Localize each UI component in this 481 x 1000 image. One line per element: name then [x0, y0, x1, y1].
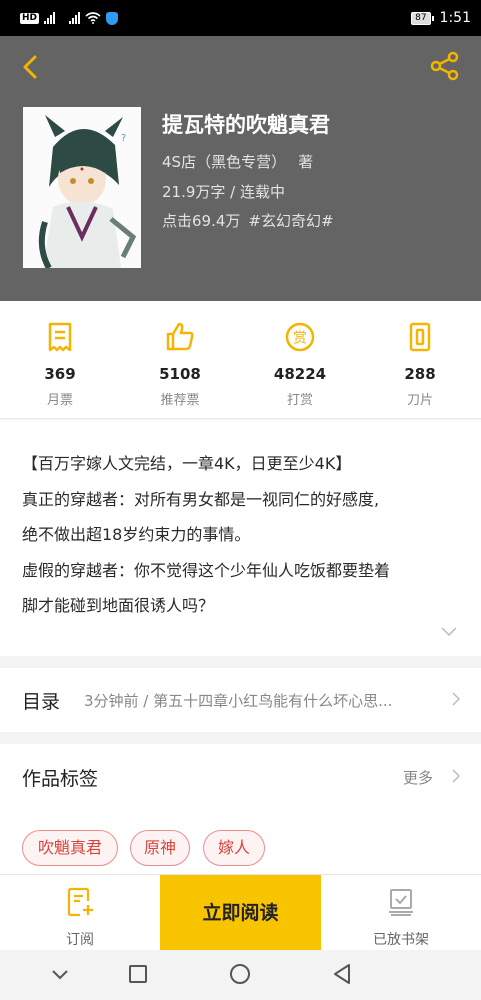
system-navigation-bar — [0, 950, 481, 1000]
stat-label: 月票 — [46, 393, 73, 408]
book-tags-section: 作品标签 更多 吹魈真君 原神 嫁人 — [0, 744, 481, 874]
stat-label: 推荐票 — [160, 393, 200, 408]
svg-text:?: ? — [121, 133, 126, 144]
synopsis-line: 【百万字嫁人文完结，一章4K，日更至少4K】 — [22, 454, 352, 473]
synopsis-line: 真正的穿越者：对所有男女都是一视同仁的好感度, — [22, 489, 380, 509]
book-clicks: 点击69.4万 — [162, 212, 241, 230]
share-icon[interactable] — [429, 50, 461, 82]
battery-level: 87 — [411, 11, 431, 25]
synopsis-line: 脚才能碰到地面很诱人吗？ — [22, 596, 215, 615]
battery-icon: 87 — [411, 11, 434, 25]
wifi-icon — [85, 12, 101, 24]
stat-reward[interactable]: 赏 48224 打赏 — [240, 301, 360, 419]
stat-blade[interactable]: 288 刀片 — [360, 301, 480, 419]
synopsis-text: 【百万字嫁人文完结，一章4K，日更至少4K】 真正的穿越者：对所有男女都是一视同… — [22, 446, 462, 624]
synopsis-line: 虚假的穿越者：你不觉得这个少年仙人吃饭都要垫着 — [22, 560, 391, 580]
signal-icon-sim1 — [44, 12, 56, 24]
read-now-button[interactable]: 立即阅读 — [160, 875, 321, 951]
stat-value: 5108 — [159, 365, 201, 383]
bookshelf-check-icon — [389, 889, 413, 916]
stat-value: 288 — [404, 365, 436, 383]
toc-latest-chapter: 3分钟前 / 第五十四章小红鸟能有什么坏心思... — [84, 692, 393, 710]
subscribe-label: 订阅 — [66, 932, 94, 948]
table-of-contents-row[interactable]: 目录 3分钟前 / 第五十四章小红鸟能有什么坏心思... — [0, 668, 481, 732]
book-cover-image[interactable]: ? — [23, 107, 141, 268]
stat-value: 369 — [44, 365, 76, 383]
subscribe-icon — [67, 887, 93, 917]
reward-coin-icon: 赏 — [285, 322, 315, 352]
back-triangle-icon[interactable] — [330, 962, 354, 986]
book-genre-tag[interactable]: #玄幻奇幻# — [248, 212, 333, 230]
monthly-ticket-icon — [48, 322, 72, 352]
on-shelf-button[interactable]: 已放书架 — [321, 875, 481, 951]
book-word-count-status: 21.9万字 / 连载中 — [162, 183, 285, 201]
tags-title: 作品标签 — [22, 768, 99, 790]
blade-icon — [409, 322, 431, 352]
home-circle-icon[interactable] — [228, 962, 252, 986]
book-author[interactable]: 4S店（黑色专营） — [162, 153, 286, 171]
stat-monthly-ticket[interactable]: 369 月票 — [0, 301, 120, 419]
recent-apps-square-icon[interactable] — [126, 962, 150, 986]
bottom-action-bar: 订阅 立即阅读 已放书架 — [0, 874, 481, 951]
status-left: HD — [20, 11, 119, 25]
collapse-chevron-down-icon[interactable] — [48, 962, 72, 986]
tag-chip[interactable]: 原神 — [130, 830, 190, 866]
signal-icon-sim2 — [69, 12, 81, 24]
chevron-right-icon[interactable] — [451, 768, 461, 784]
book-header: ? 提瓦特的吹魈真君 4S店（黑色专营） 著 21.9万字 / 连载中 点击69.… — [0, 36, 481, 301]
status-right: 87 1:51 — [411, 10, 471, 26]
tag-chip[interactable]: 吹魈真君 — [22, 830, 118, 866]
status-bar: HD 87 1:51 — [0, 0, 481, 36]
synopsis-line: 绝不做出超18岁约束力的事情。 — [22, 525, 251, 544]
toc-title: 目录 — [22, 691, 61, 713]
thumbs-up-icon — [166, 322, 194, 351]
book-stats: 369 月票 5108 推荐票 赏 48224 打赏 288 刀片 — [0, 301, 481, 419]
book-clicks-line: 点击69.4万 #玄幻奇幻# — [162, 210, 334, 231]
security-shield-icon — [106, 11, 119, 25]
book-author-line: 4S店（黑色专营） 著 — [162, 151, 313, 172]
expand-chevron-down-icon[interactable] — [440, 625, 458, 637]
back-chevron-icon[interactable] — [16, 52, 46, 82]
stat-value: 48224 — [273, 365, 327, 383]
svg-text:赏: 赏 — [293, 331, 307, 347]
stat-label: 打赏 — [286, 393, 313, 408]
stat-recommend[interactable]: 5108 推荐票 — [120, 301, 240, 419]
tag-chip[interactable]: 嫁人 — [203, 830, 265, 866]
on-shelf-label: 已放书架 — [373, 932, 429, 948]
book-synopsis[interactable]: 【百万字嫁人文完结，一章4K，日更至少4K】 真正的穿越者：对所有男女都是一视同… — [0, 420, 481, 656]
subscribe-button[interactable]: 订阅 — [0, 875, 160, 951]
hd-badge: HD — [20, 12, 40, 24]
author-suffix: 著 — [298, 153, 314, 171]
book-title: 提瓦特的吹魈真君 — [162, 113, 330, 137]
stat-label: 刀片 — [406, 393, 433, 408]
cover-illustration: ? — [23, 107, 141, 268]
chevron-right-icon — [452, 692, 461, 706]
tags-more-link[interactable]: 更多 — [403, 767, 433, 788]
clock: 1:51 — [439, 10, 471, 26]
